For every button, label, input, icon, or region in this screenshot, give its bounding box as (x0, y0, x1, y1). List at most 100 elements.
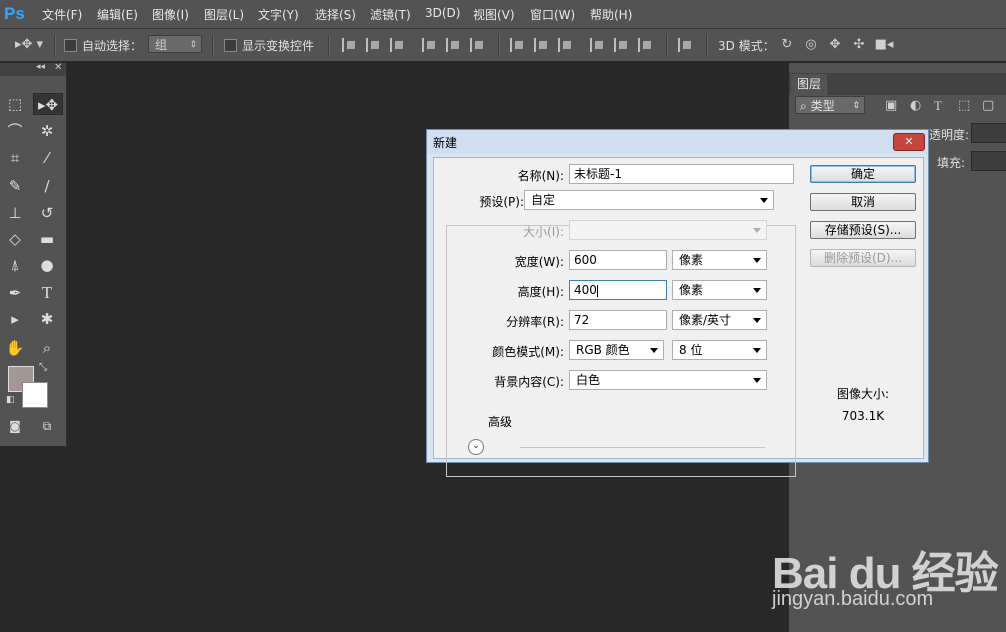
cancel-button[interactable]: 取消 (810, 193, 916, 211)
gradient-icon[interactable]: ▬ (35, 228, 59, 250)
chevron-down-icon (760, 198, 768, 203)
close-icon[interactable]: ✕ (54, 62, 62, 73)
filter-adjustment-icon[interactable]: ◐ (910, 98, 921, 114)
toolbox-header[interactable]: ◂◂ ✕ (0, 62, 66, 76)
path-select-icon[interactable]: ▸ (3, 308, 27, 330)
dialog-title-bar[interactable]: 新建 ✕ (427, 130, 928, 154)
swap-colors-icon[interactable]: ⤡ (39, 362, 47, 373)
dialog-title: 新建 (433, 136, 458, 150)
background-color-swatch[interactable] (22, 382, 48, 408)
menu-edit[interactable]: 编辑(E) (97, 6, 138, 23)
zoom-icon[interactable]: ⌕ (35, 337, 59, 359)
distribute-right-icon[interactable] (638, 38, 654, 52)
blur-icon[interactable]: ⍋ (3, 254, 27, 276)
3d-roll-icon[interactable]: ◎ (802, 37, 820, 53)
align-hcenter-icon[interactable] (446, 38, 462, 52)
menu-type[interactable]: 文字(Y) (258, 6, 299, 23)
history-brush-icon[interactable]: ↺ (35, 202, 59, 224)
move-tool-preset-icon[interactable]: ▸✥ ▾ (14, 37, 44, 53)
screen-mode-icon[interactable]: ⧉ (35, 415, 59, 437)
menu-layer[interactable]: 图层(L) (204, 6, 244, 23)
align-left-icon[interactable] (422, 38, 438, 52)
filter-pixel-icon[interactable]: ▣ (885, 98, 897, 114)
magic-wand-icon[interactable]: ✲ (35, 120, 59, 142)
distribute-vcenter-icon[interactable] (534, 38, 550, 52)
advanced-divider (520, 447, 765, 448)
type-icon[interactable]: T (35, 282, 59, 304)
distribute-top-icon[interactable] (510, 38, 526, 52)
menu-select[interactable]: 选择(S) (315, 6, 356, 23)
menu-window[interactable]: 窗口(W) (530, 6, 575, 23)
dodge-icon[interactable]: ● (35, 254, 59, 276)
opacity-field[interactable] (971, 123, 1006, 143)
menu-help[interactable]: 帮助(H) (590, 6, 632, 23)
lasso-icon[interactable]: ⌒ (3, 120, 27, 142)
distribute-hcenter-icon[interactable] (614, 38, 630, 52)
distribute-left-icon[interactable] (590, 38, 606, 52)
menu-filter[interactable]: 滤镜(T) (370, 6, 411, 23)
preset-dropdown[interactable]: 自定 (524, 190, 774, 210)
divider (666, 35, 668, 55)
advanced-label[interactable]: 高级 (488, 413, 512, 430)
search-icon: ⌕ (800, 99, 807, 113)
chevron-down-icon (753, 378, 761, 383)
align-bottom-icon[interactable] (390, 38, 406, 52)
stamp-icon[interactable]: ⊥ (3, 202, 27, 224)
3d-slide-icon[interactable]: ✣ (850, 37, 868, 53)
bit-depth-dropdown[interactable]: 8 位 (672, 340, 767, 360)
fill-field[interactable] (971, 151, 1006, 171)
3d-rotate-icon[interactable]: ↻ (778, 37, 796, 53)
distribute-bottom-icon[interactable] (558, 38, 574, 52)
height-unit-dropdown[interactable]: 像素 (672, 280, 767, 300)
resolution-unit-value: 像素/英寸 (679, 313, 732, 327)
3d-pan-icon[interactable]: ✥ (826, 37, 844, 53)
align-right-icon[interactable] (470, 38, 486, 52)
eyedropper-icon[interactable]: ⁄ (35, 147, 59, 169)
layer-kind-filter[interactable]: ⌕ 类型 ⇕ (795, 96, 865, 114)
pen-icon[interactable]: ✒ (3, 282, 27, 304)
hand-icon[interactable]: ✋ (3, 337, 27, 359)
ok-button[interactable]: 确定 (810, 165, 916, 183)
marquee-icon[interactable]: ⬚ (3, 93, 27, 115)
auto-align-icon[interactable] (678, 38, 694, 52)
resolution-input[interactable]: 72 (569, 310, 667, 330)
auto-select-checkbox[interactable] (64, 39, 77, 52)
menu-file[interactable]: 文件(F) (42, 6, 82, 23)
eraser-icon[interactable]: ◇ (3, 228, 27, 250)
quick-mask-icon[interactable]: ◙ (3, 415, 27, 437)
menu-image[interactable]: 图像(I) (152, 6, 189, 23)
move-icon[interactable]: ▸✥ (33, 93, 63, 115)
menu-3d[interactable]: 3D(D) (425, 6, 460, 20)
name-input[interactable]: 未标题-1 (569, 164, 794, 184)
save-preset-button[interactable]: 存储预设(S)... (810, 221, 916, 239)
tab-layers[interactable]: 图层 (791, 74, 827, 95)
brush-icon[interactable]: ∕ (35, 175, 59, 197)
filter-shape-icon[interactable]: ⬚ (958, 98, 970, 114)
resolution-unit-dropdown[interactable]: 像素/英寸 (672, 310, 767, 330)
filter-smart-object-icon[interactable]: ▢ (982, 98, 994, 114)
filter-type-icon[interactable]: T (934, 98, 942, 114)
size-dropdown[interactable] (569, 220, 767, 240)
healing-brush-icon[interactable]: ✎ (3, 175, 27, 197)
width-unit-dropdown[interactable]: 像素 (672, 250, 767, 270)
background-contents-dropdown[interactable]: 白色 (569, 370, 767, 390)
auto-select-dropdown[interactable]: 组 ⇕ (148, 35, 202, 53)
show-transform-checkbox[interactable] (224, 39, 237, 52)
height-input[interactable]: 400 (569, 280, 667, 300)
menu-view[interactable]: 视图(V) (473, 6, 515, 23)
watermark-url: jingyan.baidu.com (772, 588, 934, 610)
height-value: 400 (574, 283, 597, 297)
crop-icon[interactable]: ⌗ (3, 147, 27, 169)
3d-scale-icon[interactable]: ■◂ (874, 37, 894, 53)
delete-preset-button[interactable]: 删除预设(D)... (810, 249, 916, 267)
menu-bar: Ps 文件(F) 编辑(E) 图像(I) 图层(L) 文字(Y) 选择(S) 滤… (0, 0, 1006, 29)
align-vcenter-icon[interactable] (366, 38, 382, 52)
expand-advanced-icon[interactable]: ⌄ (468, 439, 484, 455)
shape-icon[interactable]: ✱ (35, 308, 59, 330)
close-button[interactable]: ✕ (893, 133, 925, 151)
color-mode-dropdown[interactable]: RGB 颜色 (569, 340, 664, 360)
width-input[interactable]: 600 (569, 250, 667, 270)
default-colors-icon[interactable]: ◧ (6, 395, 15, 405)
collapse-icon[interactable]: ◂◂ (36, 62, 45, 72)
align-top-icon[interactable] (342, 38, 358, 52)
